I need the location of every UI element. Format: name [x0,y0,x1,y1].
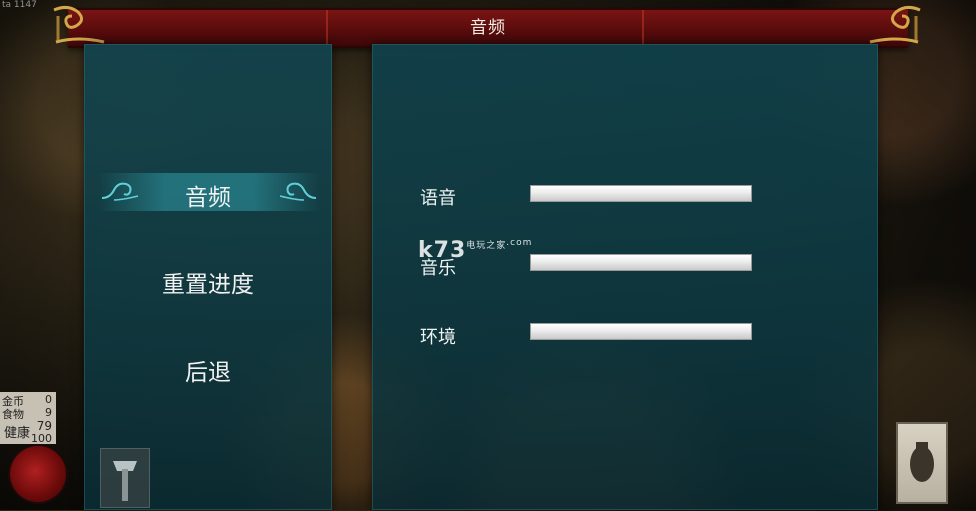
watermark-tag: 电玩之家 [466,241,507,251]
menu-item-reset-progress[interactable]: 重置进度 [84,265,332,299]
stat-food-label: 食物 [2,408,24,421]
portrait-card[interactable] [896,422,948,504]
stat-health-label: 健康 [4,426,31,441]
stat-coins-value: 0 [45,393,52,406]
window-title: 音频 [470,18,506,38]
corner-ornament-right-icon [869,5,921,44]
title-bar: 音频 [68,8,908,48]
corner-ornament-left-icon [53,5,105,44]
axe-icon [113,461,137,501]
watermark-domain: .com [506,238,533,248]
music-volume-slider[interactable] [530,254,752,271]
ambient-label: 环境 [420,327,456,348]
site-watermark: k73电玩之家.com [418,238,532,263]
tool-slot[interactable] [100,448,150,508]
ambient-volume-slider[interactable] [530,323,752,340]
stat-food-value: 9 [45,406,52,419]
stat-health-max: 100 [31,432,52,445]
menu-item-audio[interactable]: 音频 [84,178,332,212]
stat-health-value: 79 [36,419,52,433]
voice-label: 语音 [420,188,456,209]
health-emblem-icon [10,446,66,502]
hud-stats-box: 金币 0 食物 9 健康 79 100 [0,392,56,445]
menu-item-back[interactable]: 后退 [84,353,332,387]
voice-volume-slider[interactable] [530,185,752,202]
version-tag: ta 1147 [2,0,37,10]
watermark-brand: k73 [418,238,467,263]
urn-icon [910,442,934,482]
